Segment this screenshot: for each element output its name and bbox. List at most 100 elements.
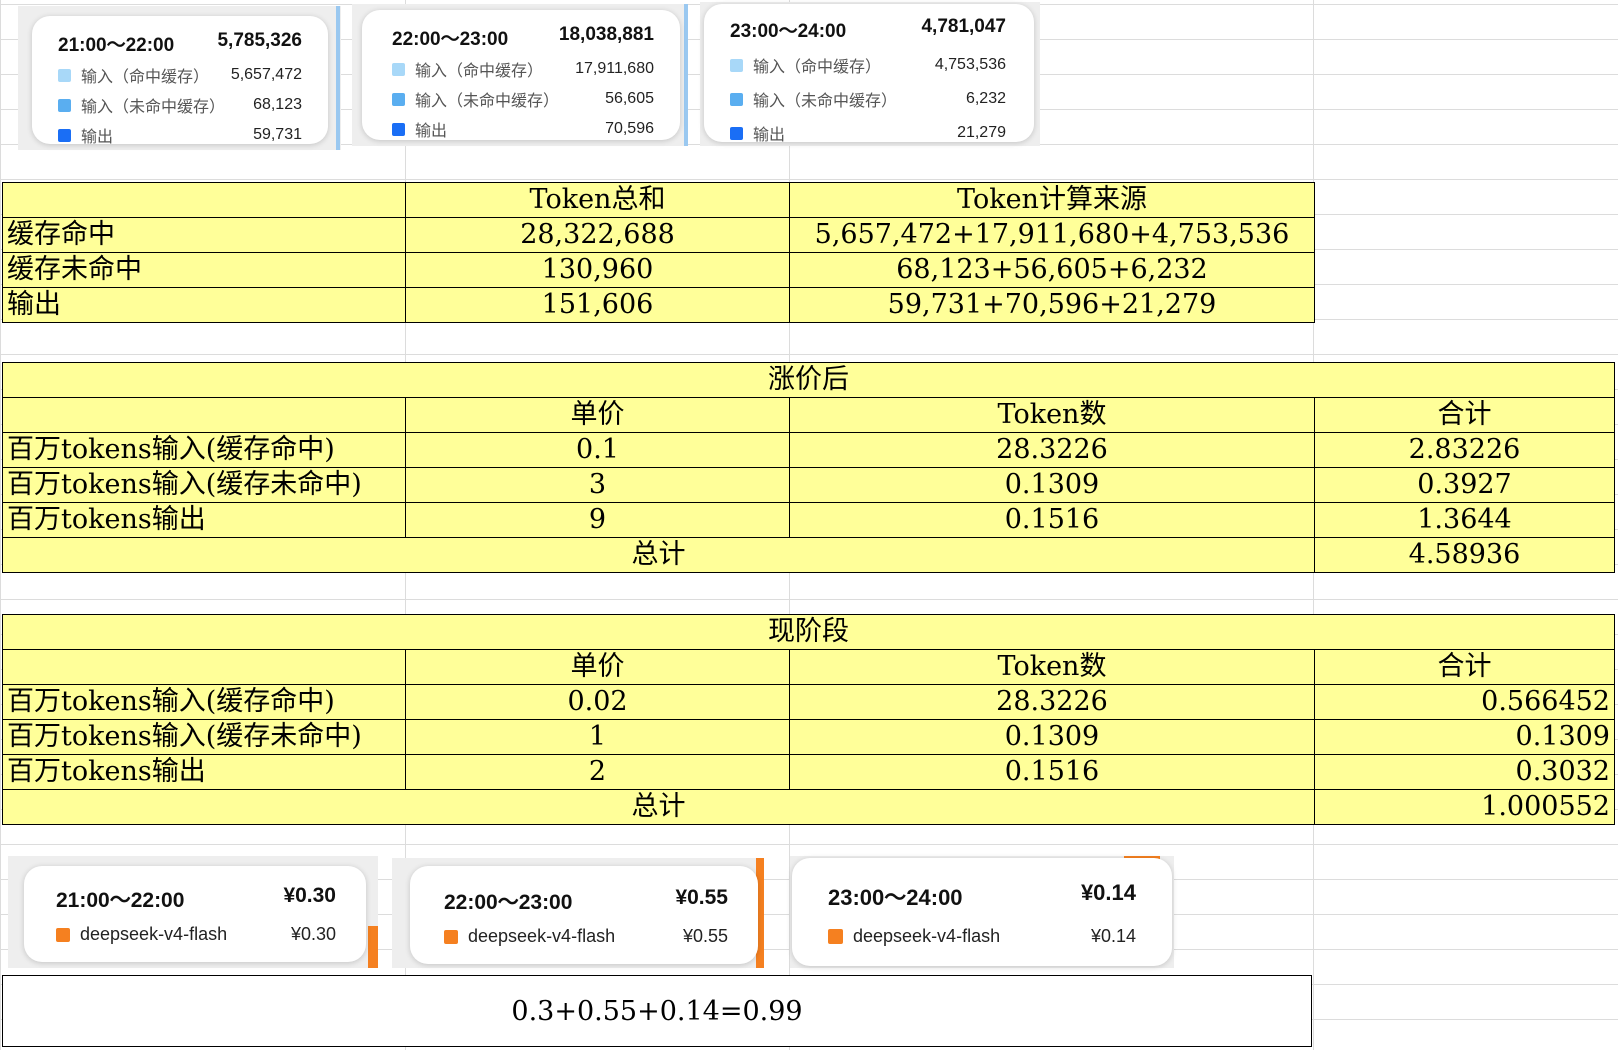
card-accent	[368, 926, 378, 968]
cost-time: 21:00～22:00	[56, 889, 185, 912]
totals-table: Token总和 Token计算来源 缓存命中 28,322,688 5,657,…	[2, 182, 1315, 323]
legend-swatch-icon	[56, 927, 70, 942]
table-title: 涨价后	[2, 362, 1615, 398]
table-cell: 1	[405, 719, 790, 755]
table-cell: 1.3644	[1314, 502, 1615, 538]
table-row: 现阶段	[2, 614, 1615, 650]
table-row: 百万tokens输出 2 0.1516 0.3032	[2, 754, 1615, 790]
cost-model: deepseek-v4-flash	[853, 926, 1001, 946]
table-header	[2, 182, 406, 218]
usage-total: 5,785,326	[217, 30, 302, 51]
table-row: 单价 Token数 合计	[2, 649, 1615, 685]
table-row: 总计 1.000552	[2, 789, 1615, 825]
cost-model: deepseek-v4-flash	[468, 926, 616, 946]
cost-card: 21:00～22:00 ¥0.30 deepseek-v4-flash ¥0.30	[24, 866, 366, 962]
usage-card: 23:00～24:00 4,781,047 输入（命中缓存） 4,753,536 输…	[704, 4, 1034, 144]
total-label: 总计	[2, 789, 1315, 825]
table-title: 现阶段	[2, 614, 1615, 650]
table-row: 百万tokens输入(缓存命中) 0.1 28.3226 2.83226	[2, 432, 1615, 468]
table-cell: 0.1516	[789, 754, 1315, 790]
after-price-table: 涨价后 单价 Token数 合计 百万tokens输入(缓存命中) 0.1 28…	[2, 362, 1615, 573]
table-cell: 输出	[2, 287, 406, 323]
table-cell: 百万tokens输入(缓存命中)	[2, 684, 406, 720]
usage-time: 23:00～24:00	[730, 21, 847, 42]
table-header: Token数	[789, 397, 1315, 433]
usage-card: 22:00～23:00 18,038,881 输入（命中缓存） 17,911,680…	[362, 10, 680, 140]
table-cell: 0.1516	[789, 502, 1315, 538]
usage-row-value: 70,596	[605, 120, 654, 137]
table-cell: 百万tokens输入(缓存命中)	[2, 432, 406, 468]
cost-value: ¥0.14	[1090, 926, 1136, 946]
table-header: Token计算来源	[789, 182, 1315, 218]
cost-time: 22:00～23:00	[444, 891, 573, 914]
usage-row-value: 5,657,472	[230, 66, 302, 83]
table-cell: 0.02	[405, 684, 790, 720]
cost-value: ¥0.55	[682, 926, 728, 946]
usage-row-label: 输入（命中缓存）	[415, 63, 544, 80]
table-row: 涨价后	[2, 362, 1615, 398]
total-value: 1.000552	[1314, 789, 1615, 825]
legend-swatch-icon	[392, 62, 405, 76]
table-row: 单价 Token数 合计	[2, 397, 1615, 433]
usage-row-value: 6,232	[965, 90, 1006, 107]
table-cell: 百万tokens输入(缓存未命中)	[2, 467, 406, 503]
table-header	[2, 649, 406, 685]
legend-swatch-icon	[58, 68, 71, 82]
table-header: 合计	[1314, 649, 1615, 685]
table-cell: 0.566452	[1314, 684, 1615, 720]
table-cell: 28,322,688	[405, 217, 790, 253]
legend-swatch-icon	[444, 929, 458, 944]
table-row: Token总和 Token计算来源	[2, 182, 1315, 218]
table-cell: 151,606	[405, 287, 790, 323]
legend-swatch-icon	[730, 92, 743, 106]
usage-row-label: 输入（未命中缓存）	[81, 99, 226, 116]
table-header: 合计	[1314, 397, 1615, 433]
cost-card: 22:00～23:00 ¥0.55 deepseek-v4-flash ¥0.55	[410, 866, 758, 964]
table-cell: 28.3226	[789, 432, 1315, 468]
cost-time: 23:00～24:00	[828, 885, 963, 910]
cost-value: ¥0.30	[290, 924, 336, 944]
table-cell: 缓存命中	[2, 217, 406, 253]
table-cell: 2	[405, 754, 790, 790]
cost-model: deepseek-v4-flash	[80, 924, 228, 944]
table-row: 百万tokens输入(缓存命中) 0.02 28.3226 0.566452	[2, 684, 1615, 720]
table-cell: 28.3226	[789, 684, 1315, 720]
cost-card: 23:00～24:00 ¥0.14 deepseek-v4-flash ¥0.14	[792, 858, 1172, 966]
table-cell: 0.1309	[789, 719, 1315, 755]
usage-time: 21:00～22:00	[58, 35, 175, 56]
usage-row-label: 输入（命中缓存）	[753, 59, 882, 76]
table-cell: 68,123+56,605+6,232	[789, 252, 1315, 288]
legend-swatch-icon	[58, 128, 71, 142]
table-row: 百万tokens输出 9 0.1516 1.3644	[2, 502, 1615, 538]
usage-total: 4,781,047	[921, 16, 1006, 37]
usage-row-label: 输入（命中缓存）	[81, 69, 210, 86]
usage-total: 18,038,881	[558, 24, 654, 45]
table-header: 单价	[405, 397, 790, 433]
table-cell: 百万tokens输入(缓存未命中)	[2, 719, 406, 755]
legend-swatch-icon	[730, 126, 743, 140]
cost-total: ¥0.55	[675, 886, 728, 909]
table-cell: 0.3032	[1314, 754, 1615, 790]
legend-swatch-icon	[58, 98, 71, 112]
table-cell: 0.1	[405, 432, 790, 468]
usage-row-value: 59,731	[253, 126, 302, 143]
table-cell: 0.1309	[1314, 719, 1615, 755]
table-cell: 百万tokens输出	[2, 754, 406, 790]
usage-row-label: 输入（未命中缓存）	[753, 93, 898, 110]
table-header: Token总和	[405, 182, 790, 218]
table-cell: 百万tokens输出	[2, 502, 406, 538]
usage-row-value: 56,605	[605, 90, 654, 107]
table-header	[2, 397, 406, 433]
card-accent	[336, 6, 340, 150]
cost-total: ¥0.30	[283, 884, 336, 907]
table-cell: 0.3927	[1314, 467, 1615, 503]
legend-swatch-icon	[392, 122, 405, 136]
table-row: 输出 151,606 59,731+70,596+21,279	[2, 287, 1315, 323]
table-cell: 3	[405, 467, 790, 503]
total-label: 总计	[2, 537, 1315, 573]
usage-card: 21:00～22:00 5,785,326 输入（命中缓存） 5,657,472 输…	[32, 16, 328, 146]
usage-time: 22:00～23:00	[392, 29, 509, 50]
table-cell: 9	[405, 502, 790, 538]
table-row: 缓存命中 28,322,688 5,657,472+17,911,680+4,7…	[2, 217, 1315, 253]
table-row: 百万tokens输入(缓存未命中) 1 0.1309 0.1309	[2, 719, 1615, 755]
